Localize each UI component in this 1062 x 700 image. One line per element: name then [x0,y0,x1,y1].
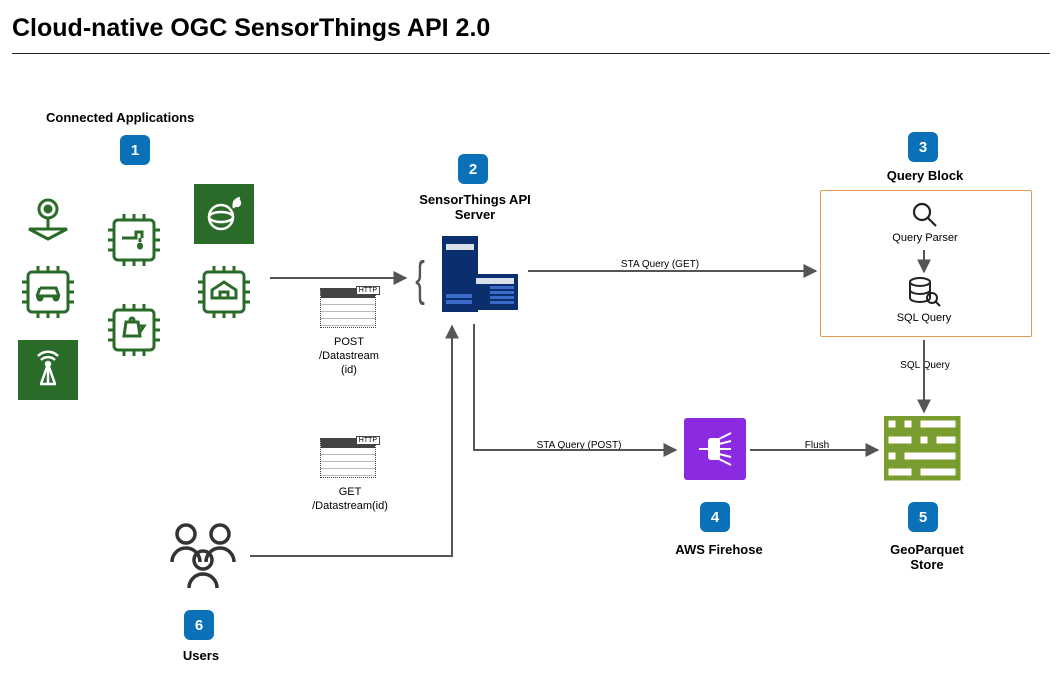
antenna-icon [18,340,78,400]
edge-sta-post: STA Query (POST) [524,440,634,451]
sta-server-label: SensorThings API Server [400,192,550,222]
connected-apps-label: Connected Applications [46,110,194,125]
map-pin-icon [18,186,78,246]
badge-6: 6 [184,610,214,640]
users-label: Users [176,648,226,663]
http-get-block: HTTP [320,438,376,478]
car-chip-icon [18,262,78,322]
edge-sta-get: STA Query (GET) [610,259,710,270]
house-chip-icon [194,262,254,322]
http-get-caption: GET /Datastream(id) [302,486,398,514]
badge-4: 4 [700,502,730,532]
badge-5: 5 [908,502,938,532]
brace-icon: { [415,252,425,307]
firehose-label: AWS Firehose [664,542,774,557]
magnifier-icon [910,200,940,235]
users-icon [160,520,246,597]
server-icon [432,230,524,327]
sql-query-label: SQL Query [884,312,964,326]
kettle-chip-icon [104,300,164,360]
badge-1: 1 [120,135,150,165]
faucet-chip-icon [104,210,164,270]
geoparquet-label: GeoParquet Store [868,542,986,572]
badge-3: 3 [908,132,938,162]
globe-icon [194,184,254,244]
badge-2: 2 [458,154,488,184]
edge-flush: Flush [792,440,842,451]
page-title: Cloud-native OGC SensorThings API 2.0 [0,0,1062,49]
firehose-icon [684,418,746,480]
db-query-icon [906,276,942,315]
edge-sql: SQL Query [895,360,955,371]
query-block-label: Query Block [870,168,980,183]
divider [12,53,1050,54]
http-post-block: HTTP [320,288,376,328]
http-post-caption: POST /Datastream (id) [303,336,395,377]
query-parser-label: Query Parser [880,232,970,246]
geoparquet-grid-icon [884,416,962,487]
